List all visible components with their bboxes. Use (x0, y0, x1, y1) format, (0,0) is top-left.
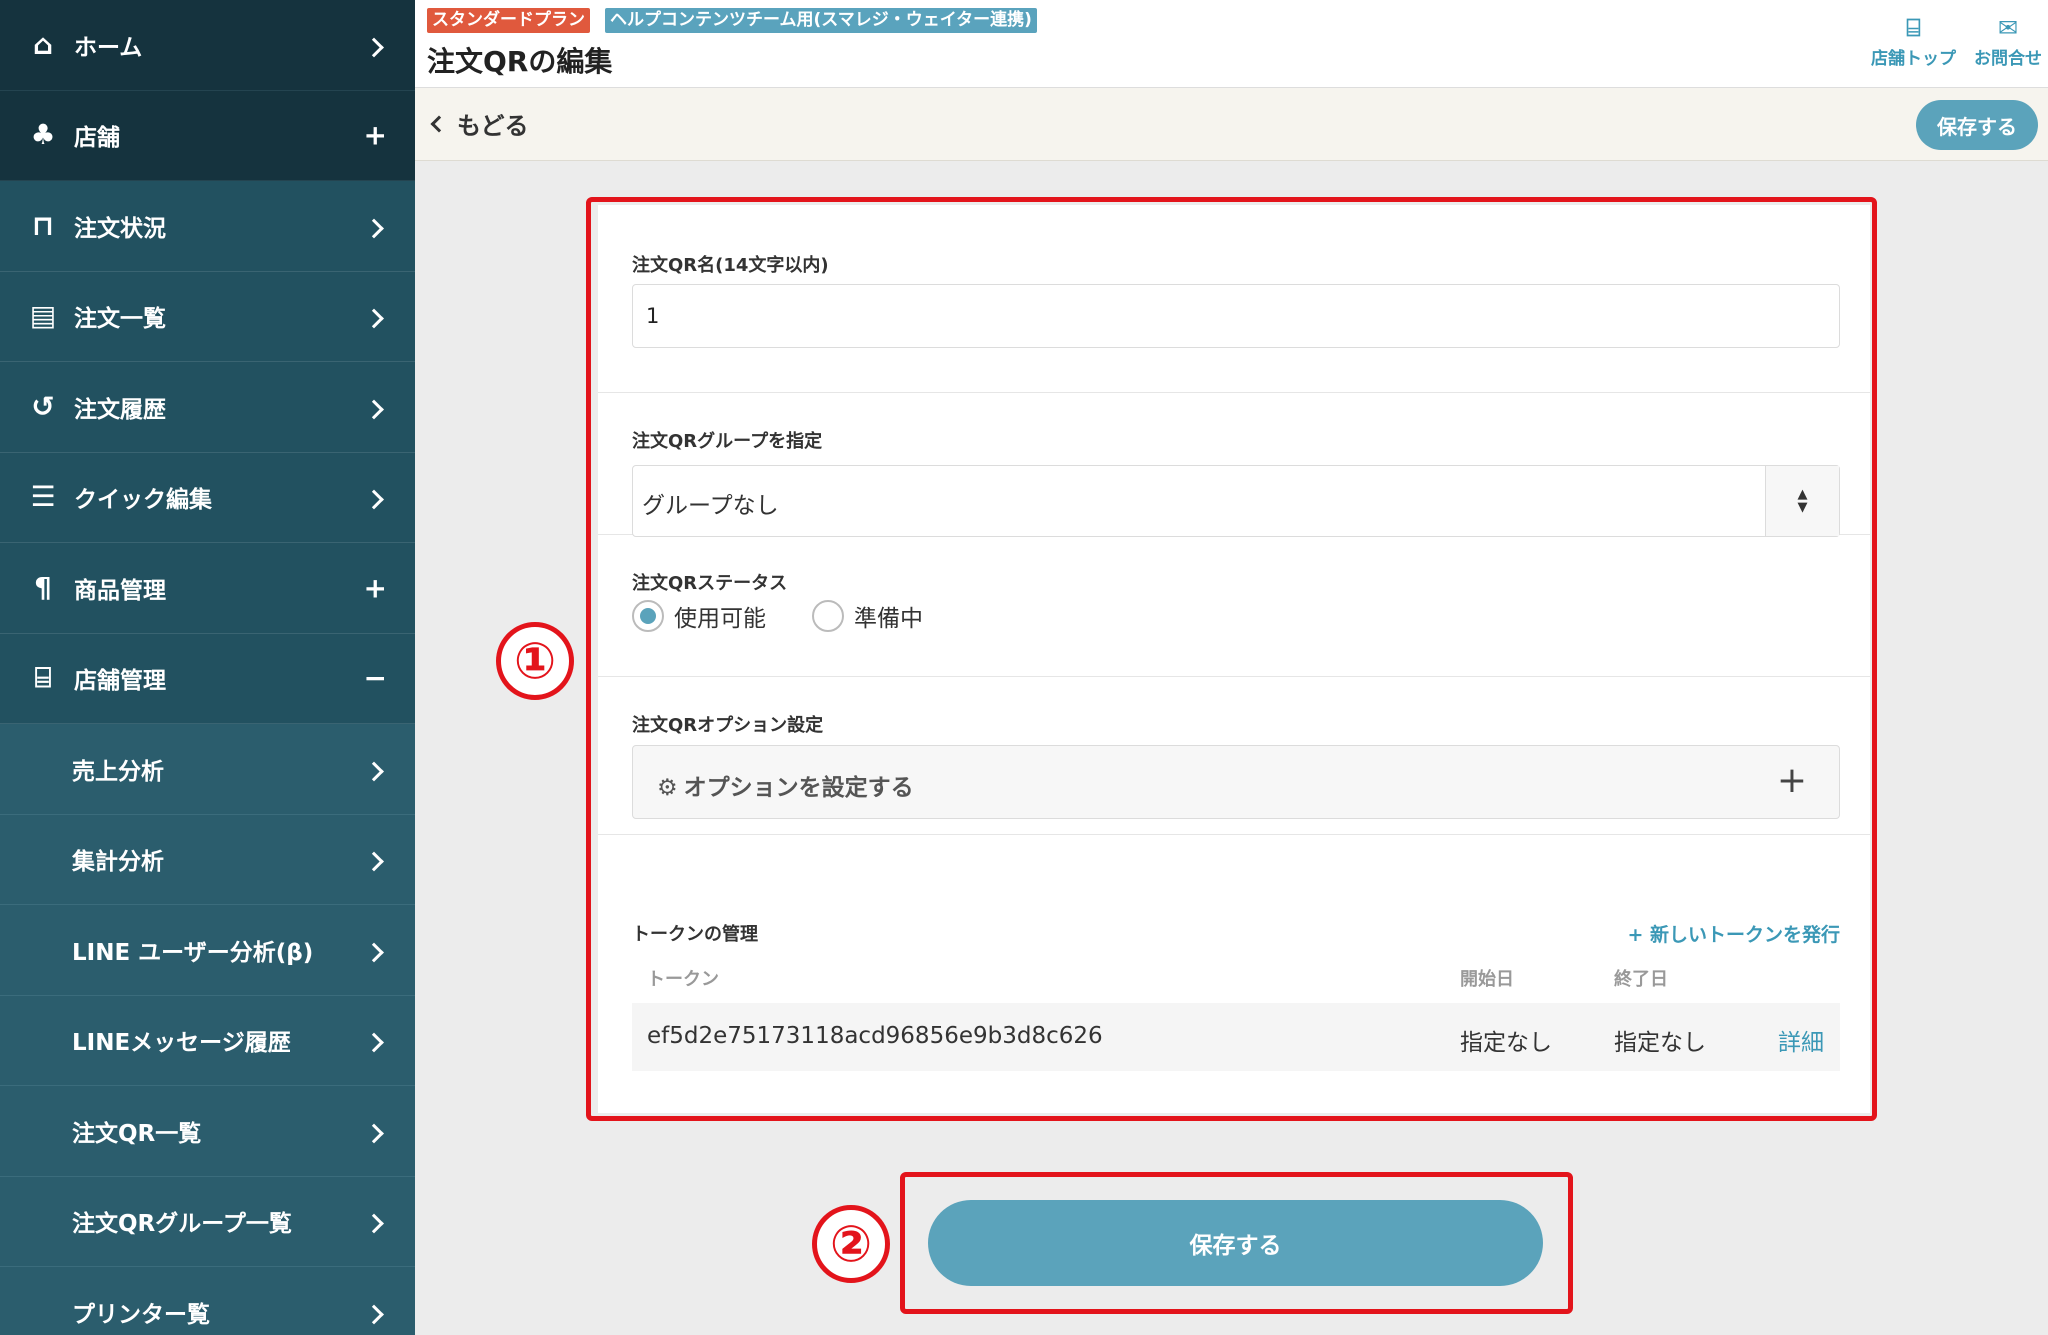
annotation-number-1: ① (496, 622, 574, 700)
sidebar-item-line-user-analysis[interactable]: LINE ユーザー分析(β) (0, 905, 415, 996)
minus-icon: − (363, 661, 387, 695)
chevron-right-icon (364, 209, 387, 242)
sidebar-item-label: LINE ユーザー分析(β) (72, 939, 314, 966)
chevron-right-icon (364, 1295, 387, 1328)
sidebar-item-printer-list[interactable]: プリンター覧 (0, 1267, 415, 1335)
chevron-right-icon (364, 1114, 387, 1147)
team-badge: ヘルプコンテンツチーム用(スマレジ・ウェイター連携) (605, 8, 1037, 33)
list-check-icon: ☰ (30, 480, 56, 514)
store-top-label: 店舗トップ (1871, 49, 1956, 69)
chevron-right-icon (364, 1024, 387, 1057)
sidebar-item-store-management[interactable]: ⌸ 店舗管理 − (0, 634, 415, 724)
save-button[interactable]: 保存する (1916, 100, 2038, 150)
sidebar-item-label: プリンター覧 (72, 1301, 210, 1328)
sidebar-item-label: 注文状況 (74, 215, 166, 242)
sidebar-item-order-list[interactable]: ▤ 注文一覧 (0, 272, 415, 362)
history-icon: ↺ (31, 389, 55, 423)
chair-icon: ⊓ (31, 208, 55, 242)
sidebar-item-label: 店舗管理 (74, 668, 166, 695)
sidebar-item-label: 集計分析 (72, 849, 164, 876)
sidebar-item-label: 注文QRグループ一覧 (72, 1211, 292, 1238)
sidebar-item-store[interactable]: ♣ 店舗 + (0, 90, 415, 181)
sitemap-icon: ♣ (30, 118, 56, 152)
chevron-right-icon (364, 390, 387, 423)
sidebar-item-home[interactable]: ⌂ ホーム (0, 0, 415, 91)
chevron-right-icon (364, 28, 387, 61)
sidebar-item-label: LINEメッセージ履歴 (72, 1030, 291, 1057)
sidebar-item-label: 店舗 (74, 125, 120, 152)
chevron-right-icon (364, 933, 387, 966)
annotation-number-2: ② (812, 1205, 890, 1283)
store-icon: ⌸ (1906, 14, 1921, 42)
chevron-left-icon (430, 115, 448, 132)
sidebar-item-label: 注文一覧 (74, 306, 166, 333)
plan-badge: スタンダードプラン (427, 8, 590, 33)
annotation-box-2 (900, 1172, 1573, 1314)
sidebar-item-order-status[interactable]: ⊓ 注文状況 (0, 181, 415, 272)
back-button[interactable]: もどる (427, 106, 529, 141)
home-icon: ⌂ (32, 27, 54, 61)
plus-icon: + (363, 118, 387, 152)
sidebar-item-label: ホーム (74, 34, 143, 61)
store-top-link[interactable]: ⌸ 店舗トップ (1871, 14, 1956, 69)
sidebar-item-label: 売上分析 (72, 758, 164, 785)
envelope-icon: ✉ (1997, 14, 2019, 42)
toolbar: もどる 保存する (415, 88, 2048, 161)
sidebar-item-label: 商品管理 (74, 577, 166, 604)
chevron-right-icon (364, 481, 387, 514)
contact-label: お問合せ (1974, 49, 2042, 69)
sidebar: ⌂ ホーム ♣ 店舗 + ⊓ 注文状況 ▤ 注文一覧 ↺ 注文履歴 ☰ クイック… (0, 0, 415, 1335)
chevron-right-icon (364, 752, 387, 785)
sidebar-item-label: クイック編集 (74, 487, 212, 514)
chevron-right-icon (364, 1205, 387, 1238)
sidebar-item-order-qr-group-list[interactable]: 注文QRグループ一覧 (0, 1176, 415, 1267)
sidebar-item-label: 注文QR一覧 (72, 1120, 202, 1147)
clipboard-icon: ▤ (29, 299, 57, 333)
plus-icon: + (363, 571, 387, 605)
sidebar-item-sales-analysis[interactable]: 売上分析 (0, 724, 415, 815)
sidebar-item-line-message-history[interactable]: LINEメッセージ履歴 (0, 995, 415, 1086)
annotation-box-1 (586, 197, 1877, 1121)
utensils-icon: ¶ (34, 570, 52, 604)
sidebar-item-product-management[interactable]: ¶ 商品管理 + (0, 543, 415, 634)
store-icon: ⌸ (34, 661, 52, 695)
sidebar-item-order-qr-list[interactable]: 注文QR一覧 (0, 1086, 415, 1177)
sidebar-item-label: 注文履歴 (74, 396, 166, 423)
page-title: 注文QRの編集 (427, 45, 613, 78)
page-header: スタンダードプラン ヘルプコンテンツチーム用(スマレジ・ウェイター連携) 注文Q… (415, 0, 2048, 88)
chevron-right-icon (364, 300, 387, 333)
sidebar-item-aggregate-analysis[interactable]: 集計分析 (0, 814, 415, 905)
back-label: もどる (457, 112, 529, 140)
sidebar-item-quick-edit[interactable]: ☰ クイック編集 (0, 453, 415, 543)
sidebar-item-order-history[interactable]: ↺ 注文履歴 (0, 362, 415, 453)
chevron-right-icon (364, 843, 387, 876)
contact-link[interactable]: ✉ お問合せ (1974, 14, 2042, 69)
